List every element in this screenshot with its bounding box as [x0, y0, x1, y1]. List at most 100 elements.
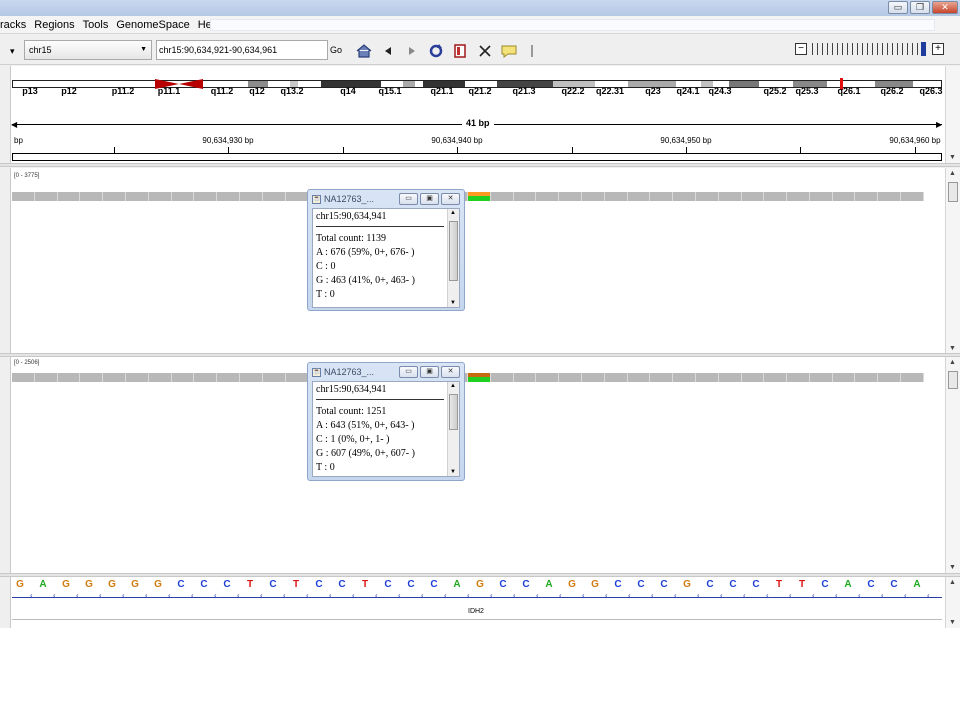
popup-close-icon[interactable]: ✕ [441, 193, 460, 205]
close-button[interactable]: ✕ [932, 1, 958, 14]
coverage-cell[interactable] [718, 192, 742, 201]
home-icon[interactable] [356, 43, 372, 59]
coverage-cell[interactable] [285, 373, 309, 382]
popup-scrollbar[interactable]: ▲ ▼ [447, 382, 459, 476]
coverage-cell[interactable] [125, 192, 149, 201]
chromosome-select[interactable]: chr15 ▼ [24, 40, 152, 60]
scroll-down-icon[interactable]: ▼ [949, 564, 956, 571]
coverage-cell[interactable] [217, 192, 240, 201]
coverage-cell[interactable] [194, 373, 218, 382]
coverage-cell[interactable] [901, 373, 924, 382]
coverage-cell[interactable] [171, 373, 195, 382]
menu-regions[interactable]: Regions [34, 19, 80, 31]
coverage-cell[interactable] [627, 192, 651, 201]
popup-close-icon[interactable]: ✕ [441, 366, 460, 378]
menu-tools[interactable]: Tools [83, 19, 115, 31]
coverage-cell[interactable] [604, 373, 628, 382]
scroll-thumb[interactable] [948, 182, 958, 202]
coverage-cell[interactable] [581, 373, 605, 382]
maximize-button[interactable]: ❐ [910, 1, 930, 14]
popup-scroll-thumb[interactable] [449, 221, 458, 281]
coverage-cell[interactable] [148, 373, 172, 382]
zoom-out-button[interactable]: − [795, 43, 807, 55]
menu-tracks[interactable]: racks [0, 19, 32, 31]
zoom-slider[interactable] [812, 43, 924, 55]
coverage-cell[interactable] [171, 192, 195, 201]
coverage-cell[interactable] [559, 192, 582, 201]
allele-count-popup-1[interactable]: ☕ NA12763_... ▭ ▣ ✕ chr15:90,634,941 Tot… [307, 189, 465, 311]
coverage-cell[interactable] [513, 192, 537, 201]
popup-minimize-icon[interactable]: ▭ [399, 366, 418, 378]
coverage-cell[interactable] [878, 373, 902, 382]
coverage-cell[interactable] [650, 373, 674, 382]
coverage-cell[interactable] [80, 192, 104, 201]
popup-maximize-icon[interactable]: ▣ [420, 366, 439, 378]
scroll-down-icon[interactable]: ▼ [949, 345, 956, 352]
coverage-cell[interactable] [262, 373, 286, 382]
coverage-cell[interactable] [787, 192, 810, 201]
coverage-cell[interactable] [536, 373, 560, 382]
coverage-cell[interactable] [809, 373, 833, 382]
zoom-in-button[interactable]: + [932, 43, 944, 55]
coverage-cell[interactable] [718, 373, 742, 382]
coverage-cell[interactable] [490, 373, 514, 382]
coverage-cell[interactable] [695, 192, 719, 201]
popup-text-behavior-icon[interactable] [501, 43, 517, 59]
coverage-cell[interactable] [103, 192, 126, 201]
coverage-cell[interactable] [855, 192, 879, 201]
coverage-cell[interactable] [12, 373, 35, 382]
coverage-cell[interactable] [513, 373, 537, 382]
scroll-thumb[interactable] [948, 371, 958, 389]
coverage-cell[interactable] [125, 373, 149, 382]
minimize-button[interactable]: ▭ [888, 1, 908, 14]
coverage-cell[interactable] [695, 373, 719, 382]
zoom-slider-thumb[interactable] [921, 42, 926, 56]
coverage-cell[interactable] [764, 192, 788, 201]
coverage-cell[interactable] [12, 192, 35, 201]
popup-scroll-thumb[interactable] [449, 394, 458, 430]
popup-minimize-icon[interactable]: ▭ [399, 193, 418, 205]
coverage-cell[interactable] [878, 192, 902, 201]
coverage-cell[interactable] [581, 192, 605, 201]
scroll-down-icon[interactable]: ▼ [949, 154, 956, 161]
scroll-up-icon[interactable]: ▲ [450, 383, 456, 389]
coverage-cell[interactable] [832, 192, 856, 201]
coverage-cell[interactable] [57, 192, 81, 201]
coverage-cell[interactable] [239, 373, 263, 382]
coverage-cell[interactable] [34, 192, 58, 201]
coverage-cell[interactable] [741, 373, 765, 382]
coverage-cell[interactable] [536, 192, 560, 201]
coverage-cell[interactable] [57, 373, 81, 382]
coverage-cell[interactable] [673, 373, 696, 382]
coverage-cell[interactable] [673, 192, 696, 201]
resize-to-window-icon[interactable] [477, 43, 493, 59]
coverage-cell[interactable] [650, 192, 674, 201]
popup-scrollbar[interactable]: ▲ ▼ [447, 209, 459, 307]
coverage-cell[interactable] [741, 192, 765, 201]
coverage-cell[interactable] [604, 192, 628, 201]
scroll-down-icon[interactable]: ▼ [450, 469, 456, 475]
coverage-cell[interactable] [194, 192, 218, 201]
coverage-cell[interactable] [103, 373, 126, 382]
refresh-icon[interactable] [428, 43, 444, 59]
coverage-cell[interactable] [559, 373, 582, 382]
scroll-down-icon[interactable]: ▼ [450, 300, 456, 306]
coverage-cell[interactable] [239, 192, 263, 201]
menu-genomespace[interactable]: GenomeSpace [116, 19, 195, 31]
coverage-mismatch-cell[interactable] [467, 192, 491, 201]
coverage-cell[interactable] [809, 192, 833, 201]
coverage-cell[interactable] [627, 373, 651, 382]
coverage-cell[interactable] [262, 192, 286, 201]
track-scrollbar[interactable]: ▲ ▼ [945, 357, 960, 573]
gene-name[interactable]: IDH2 [468, 608, 484, 615]
coverage-cell[interactable] [787, 373, 810, 382]
coverage-cell[interactable] [855, 373, 879, 382]
coverage-cell[interactable] [832, 373, 856, 382]
scroll-up-icon[interactable]: ▲ [949, 170, 956, 177]
locus-search-input[interactable]: chr15:90,634,921-90,634,961 [156, 40, 328, 60]
popup-title-bar[interactable]: ☕ NA12763_... ▭ ▣ ✕ [312, 363, 460, 381]
coverage-bar[interactable] [12, 373, 924, 382]
coverage-cell[interactable] [285, 192, 309, 201]
coverage-cell[interactable] [148, 192, 172, 201]
scroll-up-icon[interactable]: ▲ [450, 210, 456, 216]
